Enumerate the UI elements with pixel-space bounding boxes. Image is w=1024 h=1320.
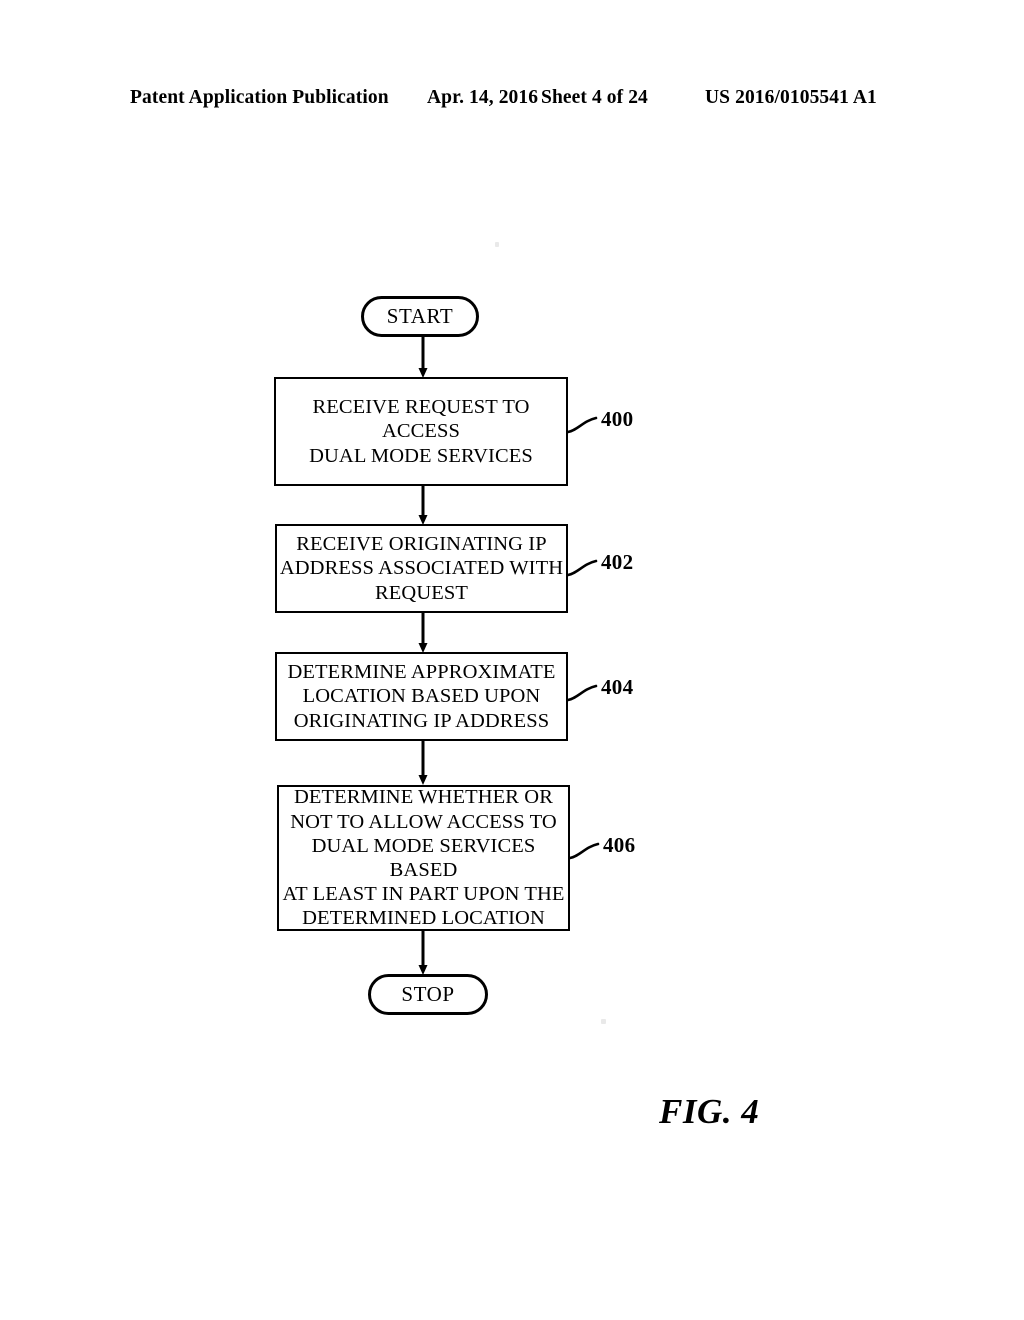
reference-numeral-402: 402 [601,550,634,574]
patent-drawing-page: Patent Application Publication Apr. 14, … [0,0,1024,1320]
flow-node-step-400: RECEIVE REQUEST TO ACCESS DUAL MODE SERV… [274,377,568,486]
flow-node-stop-label: STOP [401,981,455,1006]
reference-numeral-406: 406 [603,833,636,857]
leader-line-402 [566,559,598,577]
leader-line-404 [566,684,598,702]
flow-node-start-label: START [386,303,454,328]
flow-node-step-400-label: RECEIVE REQUEST TO ACCESS DUAL MODE SERV… [309,396,533,467]
flow-node-step-404: DETERMINE APPROXIMATE LOCATION BASED UPO… [275,652,568,741]
flow-node-start: START [361,296,479,337]
leader-line-400 [566,416,598,434]
flow-node-step-406-label: DETERMINE WHETHER OR NOT TO ALLOW ACCESS… [282,786,565,930]
flowchart-figure: START RECEIVE REQUEST TO ACCESS DUAL MOD… [0,0,1024,1320]
flow-node-step-402: RECEIVE ORIGINATING IP ADDRESS ASSOCIATE… [275,524,568,613]
reference-numeral-400: 400 [601,407,634,431]
flow-node-step-402-label: RECEIVE ORIGINATING IP ADDRESS ASSOCIATE… [279,533,564,604]
flow-node-step-406: DETERMINE WHETHER OR NOT TO ALLOW ACCESS… [277,785,570,931]
figure-caption: FIG. 4 [659,1092,760,1131]
flow-node-stop: STOP [368,974,488,1015]
flow-node-step-404-label: DETERMINE APPROXIMATE LOCATION BASED UPO… [287,661,556,732]
reference-numeral-404: 404 [601,675,634,699]
leader-line-406 [568,842,600,860]
